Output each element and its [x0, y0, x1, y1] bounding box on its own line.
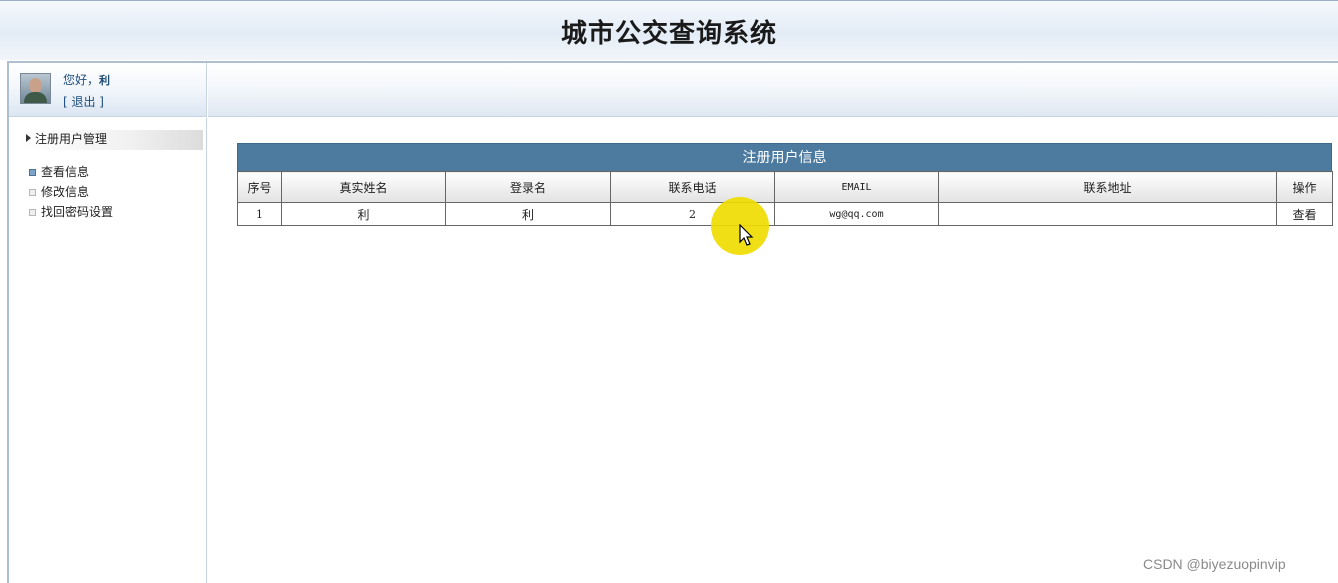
site-title: 城市公交查询系统 — [560, 19, 777, 49]
sidebar-item-password-recovery[interactable]: 找回密码设置 — [29, 203, 113, 220]
top-banner: 城市公交查询系统 — [0, 0, 1338, 60]
avatar-head-shape — [29, 78, 42, 93]
column-header-address: 联系地址 — [938, 171, 1277, 203]
table-row: 1 利 利 2 wg@qq.com 查看 — [237, 202, 1333, 226]
triangle-right-icon — [26, 134, 31, 142]
column-header-email: EMAIL — [774, 171, 939, 203]
cell-index: 1 — [237, 202, 282, 226]
cell-login-name: 利 — [445, 202, 611, 226]
square-bullet-icon — [29, 169, 36, 176]
sidebar-group-header[interactable]: 注册用户管理 — [17, 130, 203, 150]
square-bullet-icon — [29, 209, 36, 216]
sidebar-item-view-info[interactable]: 查看信息 — [29, 163, 89, 180]
cell-address — [938, 202, 1277, 226]
sidebar-item-label: 找回密码设置 — [41, 205, 114, 219]
cell-email: wg@qq.com — [774, 202, 939, 226]
panel-title: 注册用户信息 — [237, 143, 1332, 172]
users-table: 序号 真实姓名 登录名 联系电话 EMAIL 联系地址 操作 1 利 利 2 w… — [237, 171, 1333, 226]
user-greeting: 您好，利 — [63, 71, 110, 88]
logout-link[interactable]: [ 退出 ] — [63, 93, 104, 110]
sidebar-item-label: 查看信息 — [41, 165, 90, 179]
column-header-real-name: 真实姓名 — [281, 171, 446, 203]
cell-action: 查看 — [1276, 202, 1333, 226]
avatar-body-shape — [24, 92, 47, 103]
sidebar: 注册用户管理 查看信息 修改信息 找回密码设置 — [9, 118, 207, 583]
column-header-index: 序号 — [237, 171, 282, 203]
greeting-text: 您好， — [63, 73, 100, 87]
view-link[interactable]: 查看 — [1292, 208, 1316, 222]
square-bullet-icon — [29, 189, 36, 196]
watermark: CSDN @biyezuopinvip — [1143, 556, 1286, 572]
header-strip — [208, 63, 1338, 117]
column-header-action: 操作 — [1276, 171, 1333, 203]
mouse-pointer-icon — [739, 224, 754, 246]
table-header-row: 序号 真实姓名 登录名 联系电话 EMAIL 联系地址 操作 — [237, 171, 1333, 203]
cell-real-name: 利 — [281, 202, 446, 226]
column-header-login-name: 登录名 — [445, 171, 611, 203]
user-panel: 您好，利 [ 退出 ] — [9, 63, 207, 117]
sidebar-item-edit-info[interactable]: 修改信息 — [29, 183, 89, 200]
sidebar-item-label: 修改信息 — [41, 185, 90, 199]
avatar — [20, 73, 51, 104]
user-name: 利 — [99, 74, 111, 87]
sidebar-group-label: 注册用户管理 — [35, 132, 108, 146]
